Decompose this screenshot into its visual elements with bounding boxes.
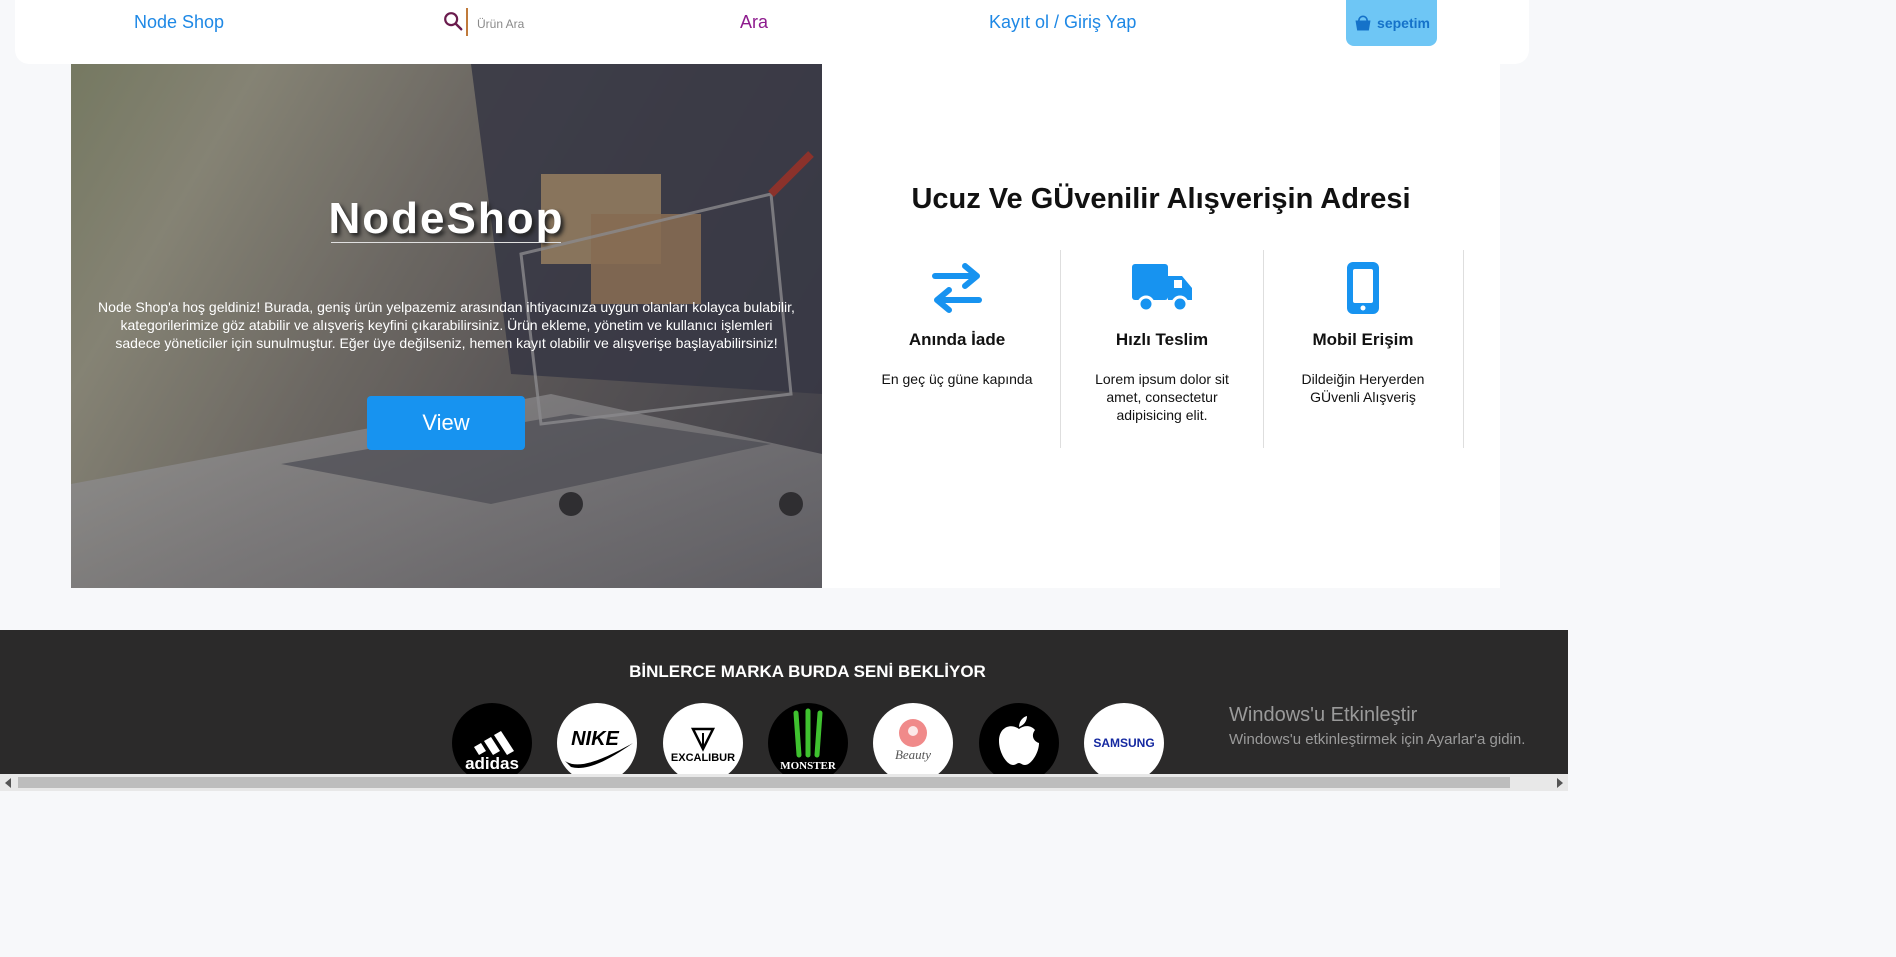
apple-logo-icon <box>999 716 1039 765</box>
search-divider <box>466 8 468 36</box>
truck-icon <box>1132 264 1192 313</box>
nike-logo-icon: NIKE <box>565 728 633 768</box>
brand-label: SAMSUNG <box>1093 736 1154 750</box>
activation-subtitle: Windows'u etkinleştirmek için Ayarlar'a … <box>1229 731 1526 748</box>
feature-text: En geç üç güne kapında <box>881 371 1033 387</box>
windows-activation-watermark: Windows'u Etkinleştir Windows'u etkinleş… <box>1229 704 1525 748</box>
brand-excalibur-logo[interactable]: EXCALIBUR <box>663 703 743 783</box>
feature-mobile-access: Mobil Erişim Dildeiğin Heryerden GÜvenli… <box>1263 250 1464 448</box>
brand-samsung-logo[interactable]: SAMSUNG <box>1084 703 1164 783</box>
cart-label: sepetim <box>1377 15 1430 31</box>
brand-nike-logo[interactable]: NIKE <box>557 703 637 783</box>
horizontal-scrollbar[interactable] <box>0 774 1568 791</box>
brand-monster-logo[interactable]: MONSTER <box>768 703 848 783</box>
adidas-logo-icon: adidas <box>465 731 519 773</box>
beauty-logo-icon: Beauty <box>895 719 931 762</box>
basket-icon <box>1355 15 1371 31</box>
brand-label: MONSTER <box>780 760 837 772</box>
samsung-logo-icon: SAMSUNG <box>1093 736 1154 750</box>
mobile-icon <box>1347 262 1379 314</box>
feature-text: Dildeiğin Heryerden GÜvenli Alışveriş <box>1301 371 1425 405</box>
hero-description: Node Shop'a hoş geldiniz! Burada, geniş … <box>98 299 795 351</box>
exchange-icon <box>932 263 982 313</box>
hero-section: NodeShop Node Shop'a hoş geldiniz! Burad… <box>71 64 822 588</box>
view-button[interactable]: View <box>367 396 525 450</box>
feature-title: Anında İade <box>908 330 1006 349</box>
search-input[interactable] <box>475 12 719 36</box>
navbar: Node Shop Ara Kayıt ol / Giriş Yap sepet… <box>15 0 1529 64</box>
register-login-link[interactable]: Kayıt ol / Giriş Yap <box>989 12 1136 33</box>
search-icon[interactable] <box>442 10 464 32</box>
excalibur-logo-icon: EXCALIBUR <box>671 727 735 764</box>
feature-title: Mobil Erişim <box>1312 330 1414 349</box>
scroll-right-arrow-icon[interactable] <box>1557 778 1563 788</box>
brands-title: BİNLERCE MARKA BURDA SENİ BEKLİYOR <box>629 662 986 681</box>
monster-logo-icon: MONSTER <box>780 708 837 772</box>
feature-text: Lorem ipsum dolor sit amet, consectetur … <box>1095 371 1229 423</box>
search-button[interactable]: Ara <box>740 12 768 33</box>
scrollbar-thumb[interactable] <box>18 777 1510 788</box>
brand-adidas-logo[interactable]: adidas <box>452 703 532 783</box>
feature-fast-delivery: Hızlı Teslim Lorem ipsum dolor sit amet,… <box>1060 250 1264 448</box>
features-title: Ucuz Ve GÜvenilir Alışverişin Adresi <box>911 183 1411 215</box>
brand-link[interactable]: Node Shop <box>134 12 224 33</box>
brand-label: EXCALIBUR <box>671 752 735 764</box>
hero-title-underline <box>331 242 561 243</box>
brand-beauty-logo[interactable]: Beauty <box>873 703 953 783</box>
brand-label: adidas <box>465 754 519 773</box>
hero-title: NodeShop <box>328 194 565 243</box>
feature-instant-return: Anında İade En geç üç güne kapında <box>857 250 1057 448</box>
brand-apple-logo[interactable] <box>979 703 1059 783</box>
scroll-left-arrow-icon[interactable] <box>5 778 11 788</box>
feature-title: Hızlı Teslim <box>1115 330 1209 349</box>
cart-button[interactable]: sepetim <box>1346 0 1437 46</box>
brand-label: NIKE <box>571 728 619 750</box>
activation-title: Windows'u Etkinleştir <box>1229 704 1418 726</box>
brand-label: Beauty <box>895 747 931 762</box>
